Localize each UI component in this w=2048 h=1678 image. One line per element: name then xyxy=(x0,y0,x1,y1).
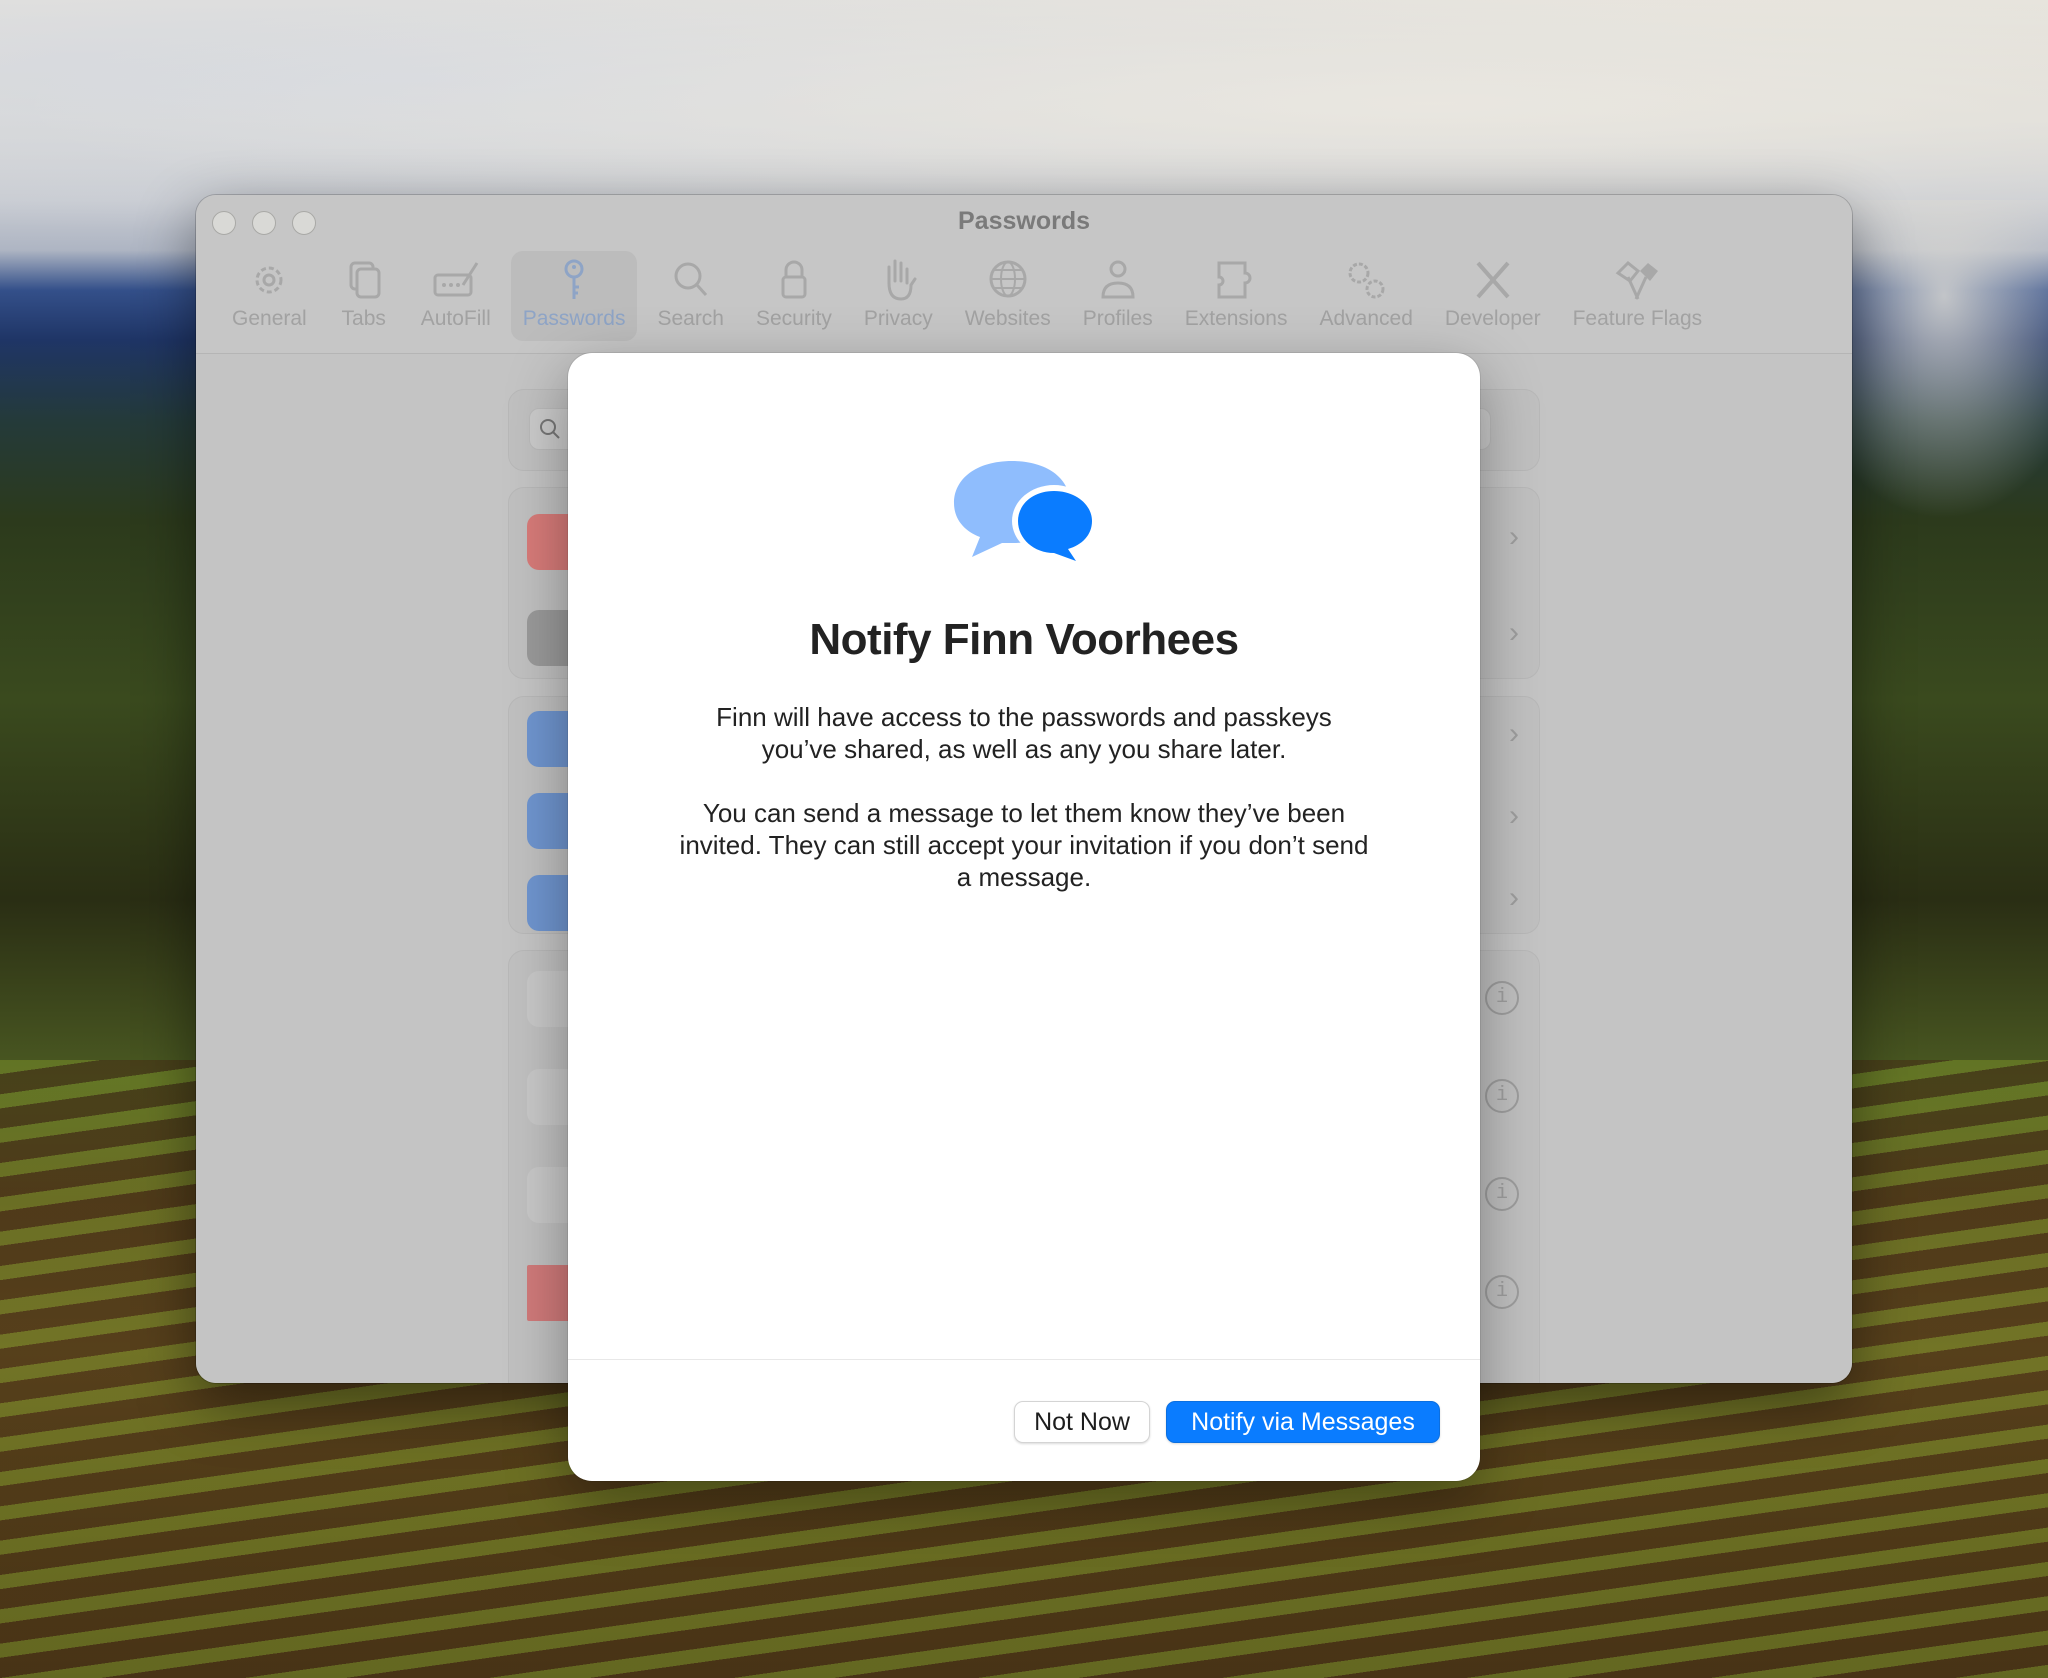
dialog-paragraph-invite: You can send a message to let them know … xyxy=(679,798,1369,892)
tab-security[interactable]: Security xyxy=(744,251,844,341)
tab-label: Extensions xyxy=(1184,307,1288,330)
tab-label: Advanced xyxy=(1319,307,1413,330)
notify-sheet-dialog: Notify Finn Voorhees Finn will have acce… xyxy=(568,353,1480,1481)
puzzle-icon xyxy=(1217,261,1252,299)
tab-label: Search xyxy=(657,307,724,330)
flags-icon xyxy=(1616,260,1659,300)
lock-icon xyxy=(781,260,807,299)
gear-icon xyxy=(255,266,283,294)
hand-icon xyxy=(887,259,917,301)
tab-feature-flags[interactable]: Feature Flags xyxy=(1561,251,1715,341)
tab-tabs[interactable]: Tabs xyxy=(327,251,401,341)
tab-profiles[interactable]: Profiles xyxy=(1071,251,1165,341)
dialog-divider xyxy=(568,1359,1480,1360)
chat-bubbles-icon xyxy=(954,461,1096,561)
tab-label: Tabs xyxy=(341,307,386,330)
window-title: Passwords xyxy=(957,207,1090,235)
chevron-right-icon[interactable]: › xyxy=(1509,616,1519,650)
gears-icon xyxy=(1348,262,1385,299)
tab-advanced[interactable]: Advanced xyxy=(1307,251,1424,341)
key-icon xyxy=(564,259,584,299)
not-now-button[interactable]: Not Now xyxy=(1014,1401,1150,1443)
tab-autofill[interactable]: AutoFill xyxy=(409,251,503,341)
chevron-right-icon[interactable]: › xyxy=(1509,799,1519,833)
info-icon[interactable]: i xyxy=(1485,1177,1519,1211)
notify-via-messages-button[interactable]: Notify via Messages xyxy=(1166,1401,1440,1443)
tab-search[interactable]: Search xyxy=(645,251,736,341)
tab-extensions[interactable]: Extensions xyxy=(1173,251,1300,341)
window-titlebar: Passwords General Tabs AutoFill Password… xyxy=(196,195,1852,354)
tab-label: Privacy xyxy=(863,307,933,330)
tab-label: Security xyxy=(756,307,832,330)
tab-privacy[interactable]: Privacy xyxy=(852,251,945,341)
info-icon[interactable]: i xyxy=(1485,1275,1519,1309)
tab-general[interactable]: General xyxy=(220,251,319,341)
globe-icon xyxy=(989,260,1027,298)
tabs-icon xyxy=(349,261,381,299)
tab-websites[interactable]: Websites xyxy=(953,251,1063,341)
chevron-right-icon[interactable]: › xyxy=(1509,520,1519,554)
tab-label: Websites xyxy=(964,307,1051,330)
chevron-right-icon[interactable]: › xyxy=(1509,717,1519,751)
info-icon[interactable]: i xyxy=(1485,981,1519,1015)
chevron-right-icon[interactable]: › xyxy=(1509,881,1519,915)
tools-icon xyxy=(1476,261,1510,299)
preferences-toolbar: General Tabs AutoFill Passwords Search S… xyxy=(220,251,1722,341)
tab-developer[interactable]: Developer xyxy=(1433,251,1553,341)
autofill-icon xyxy=(433,262,478,297)
search-icon xyxy=(674,262,707,297)
tab-label: Feature Flags xyxy=(1572,307,1703,330)
info-icon[interactable]: i xyxy=(1485,1079,1519,1113)
dialog-title: Notify Finn Voorhees xyxy=(809,615,1239,664)
dialog-message: Finn will have access to the passwords a… xyxy=(678,701,1370,925)
tab-label: AutoFill xyxy=(420,307,491,330)
tab-label: General xyxy=(232,307,307,330)
tab-label: Developer xyxy=(1444,307,1541,330)
tab-label: Passwords xyxy=(522,307,626,330)
tab-passwords[interactable]: Passwords xyxy=(510,251,638,341)
search-icon xyxy=(540,419,560,439)
dialog-paragraph-access: Finn will have access to the passwords a… xyxy=(716,702,1332,764)
tab-label: Profiles xyxy=(1082,307,1153,330)
person-icon xyxy=(1101,260,1135,299)
